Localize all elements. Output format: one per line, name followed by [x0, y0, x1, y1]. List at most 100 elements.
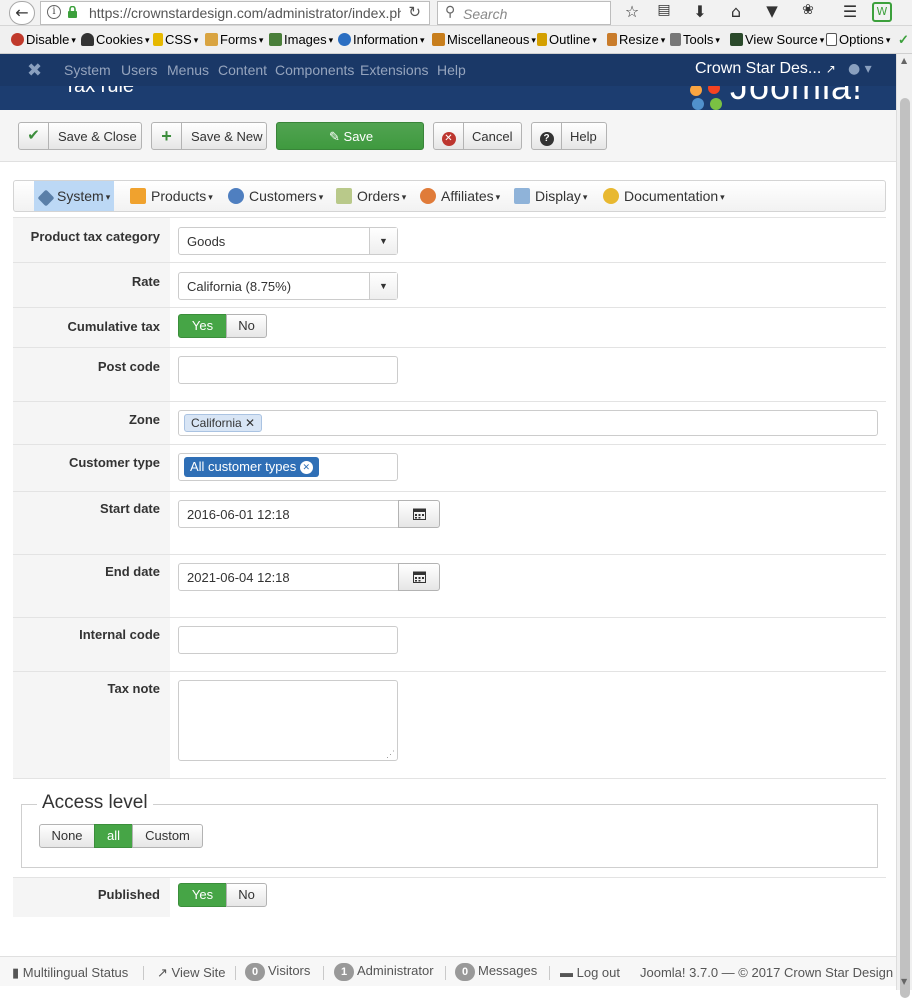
access-custom-option[interactable]: Custom: [132, 824, 203, 848]
outline-pencil-icon: [537, 33, 547, 46]
information-icon: [338, 33, 351, 46]
display-icon: [514, 188, 530, 204]
bookmark-star-icon[interactable]: ☆: [621, 2, 643, 21]
scroll-down-icon[interactable]: ▼: [901, 977, 907, 986]
save-new-button[interactable]: + Save & New: [151, 122, 267, 150]
check-icon: ✔: [19, 123, 49, 149]
end-date-calendar-button[interactable]: [398, 563, 440, 591]
reading-list-icon[interactable]: ▤: [653, 2, 675, 18]
wd-forms[interactable]: Forms ▾: [205, 32, 263, 47]
extension-icon[interactable]: ❀: [797, 2, 819, 18]
start-date-calendar-button[interactable]: [398, 500, 440, 528]
info-icon[interactable]: i: [47, 5, 61, 19]
wrench-icon: [37, 189, 55, 207]
row-internal-code: Internal code: [13, 617, 886, 672]
page-header: Tax rule Joomla!: [0, 86, 896, 110]
nav-components[interactable]: Components: [275, 62, 354, 78]
chevron-down-icon: ▼: [369, 228, 397, 254]
pocket-icon[interactable]: ▼: [761, 2, 783, 20]
save-button[interactable]: ✎ Save: [276, 122, 424, 150]
products-box-icon: [130, 188, 146, 204]
wd-disable[interactable]: Disable ▾: [11, 32, 76, 47]
label-start-date: Start date: [100, 501, 160, 516]
checkmark-icon[interactable]: ✓: [898, 32, 909, 48]
nav-help[interactable]: Help: [437, 62, 466, 78]
nav-system[interactable]: System: [64, 62, 111, 78]
cm-documentation[interactable]: Documentation ▾: [603, 181, 725, 211]
view-site-link[interactable]: ↗ View Site: [157, 965, 226, 981]
nav-content[interactable]: Content: [218, 62, 267, 78]
hamburger-menu-icon[interactable]: ☰: [839, 2, 861, 21]
resize-grip-icon[interactable]: ⋰: [386, 749, 395, 760]
download-icon[interactable]: ⬇: [689, 2, 711, 21]
site-link[interactable]: Crown Star Des... ↗: [695, 60, 836, 78]
nav-extensions[interactable]: Extensions: [360, 62, 428, 78]
scrollbar-thumb[interactable]: [900, 98, 910, 998]
disable-icon: [11, 33, 24, 46]
wd-cookies[interactable]: Cookies ▾: [81, 32, 150, 47]
cm-customers[interactable]: Customers ▾: [228, 181, 323, 211]
wd-miscellaneous[interactable]: Miscellaneous ▾: [432, 32, 536, 47]
label-rate: Rate: [131, 274, 160, 289]
product-tax-category-select[interactable]: Goods ▼: [178, 227, 398, 255]
access-all-option[interactable]: all: [94, 824, 133, 848]
rate-select[interactable]: California (8.75%) ▼: [178, 272, 398, 300]
cm-display[interactable]: Display ▾: [514, 181, 587, 211]
web-developer-toolbar: Disable ▾ Cookies ▾ CSS ▾ Forms ▾ Images ▾ In…: [0, 26, 912, 54]
wd-view-source[interactable]: View Source ▾: [730, 32, 824, 47]
multilingual-status-link[interactable]: ▮ Multilingual Status: [12, 965, 128, 981]
version-text: Joomla! 3.7.0 — © 2017 Crown Star Design: [640, 965, 894, 980]
cancel-button[interactable]: ✕ Cancel: [433, 122, 522, 150]
remove-chip-icon[interactable]: ✕: [299, 461, 313, 474]
wd-options[interactable]: Options ▾: [826, 32, 890, 47]
cm-orders[interactable]: Orders ▾: [336, 181, 406, 211]
internal-code-input[interactable]: [178, 626, 398, 654]
cumulative-tax-yes[interactable]: Yes: [178, 314, 227, 338]
addon-shield-icon[interactable]: W: [872, 2, 892, 22]
label-cumulative-tax: Cumulative tax: [67, 319, 160, 334]
page-title: Tax rule: [64, 86, 135, 97]
help-button[interactable]: ? Help: [531, 122, 607, 150]
end-date-input[interactable]: 2021-06-04 12:18: [178, 563, 399, 591]
visitors-link[interactable]: 0 Visitors: [245, 963, 310, 981]
wd-resize[interactable]: Resize ▾: [607, 32, 665, 47]
wd-tools[interactable]: Tools ▾: [670, 32, 720, 47]
address-bar[interactable]: i https://crownstardesign.com/administra…: [40, 1, 430, 25]
reload-icon[interactable]: ↻: [408, 3, 421, 21]
messages-link[interactable]: 0 Messages: [455, 963, 537, 981]
save-close-button[interactable]: ✔ Save & Close: [18, 122, 142, 150]
logout-link[interactable]: ▬ Log out: [560, 965, 620, 980]
nav-users[interactable]: Users: [121, 62, 158, 78]
published-no[interactable]: No: [226, 883, 267, 907]
zone-multiselect[interactable]: California ✕: [178, 410, 878, 436]
search-input[interactable]: ⚲ Search: [437, 1, 611, 25]
remove-chip-icon[interactable]: ✕: [245, 416, 255, 430]
page-scrollbar[interactable]: ▲ ▼: [896, 54, 912, 998]
visitors-count-badge: 0: [245, 963, 265, 981]
published-yes[interactable]: Yes: [178, 883, 227, 907]
cm-system[interactable]: System ▾: [34, 181, 115, 211]
nav-menus[interactable]: Menus: [167, 62, 209, 78]
start-date-input[interactable]: 2016-06-01 12:18: [178, 500, 399, 528]
cm-products[interactable]: Products ▾: [130, 181, 213, 211]
administrator-link[interactable]: 1 Administrator: [334, 963, 434, 981]
post-code-input[interactable]: [178, 356, 398, 384]
row-rate: Rate California (8.75%) ▼: [13, 262, 886, 308]
wd-css[interactable]: CSS ▾: [153, 32, 198, 47]
url-text[interactable]: https://crownstardesign.com/administrato…: [89, 5, 401, 21]
scroll-up-icon[interactable]: ▲: [901, 56, 907, 65]
wd-information[interactable]: Information ▾: [338, 32, 425, 47]
user-menu-icon[interactable]: ● ▾: [848, 61, 872, 77]
access-none-option[interactable]: None: [39, 824, 95, 848]
back-button[interactable]: ←: [9, 1, 35, 25]
cm-affiliates[interactable]: Affiliates ▾: [420, 181, 500, 211]
orders-icon: [336, 188, 352, 204]
wd-outline[interactable]: Outline ▾: [537, 32, 597, 47]
home-icon[interactable]: ⌂: [725, 2, 747, 21]
tax-note-textarea[interactable]: ⋰: [178, 680, 398, 761]
customer-type-multiselect[interactable]: All customer types ✕: [178, 453, 398, 481]
external-link-icon: ↗: [825, 62, 836, 76]
joomla-logo-icon[interactable]: ✖: [27, 60, 42, 81]
wd-images[interactable]: Images ▾: [269, 32, 333, 47]
cumulative-tax-no[interactable]: No: [226, 314, 267, 338]
